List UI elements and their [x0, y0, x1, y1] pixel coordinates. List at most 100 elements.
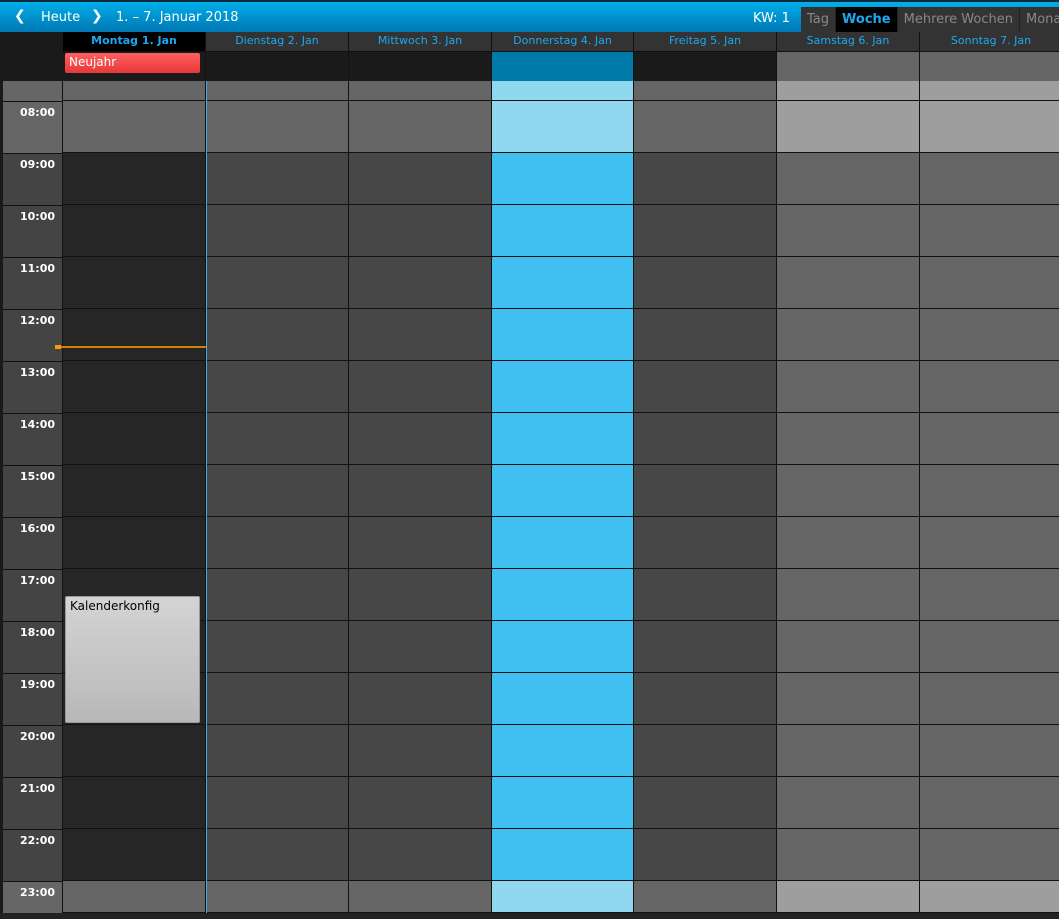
- time-slot[interactable]: [492, 205, 634, 257]
- time-slot[interactable]: [349, 205, 492, 257]
- tab-multi-week[interactable]: Mehrere Wochen: [897, 7, 1020, 34]
- time-slot[interactable]: [63, 205, 206, 257]
- time-slot[interactable]: [634, 81, 777, 101]
- time-slot[interactable]: [206, 101, 349, 153]
- event-kalenderkonfig[interactable]: Kalenderkonfig: [65, 596, 200, 723]
- chevron-right-icon[interactable]: ❯: [91, 8, 103, 24]
- time-slot[interactable]: [492, 569, 634, 621]
- time-slot[interactable]: [63, 413, 206, 465]
- time-slot[interactable]: [349, 257, 492, 309]
- time-slot[interactable]: [920, 829, 1059, 881]
- time-slot[interactable]: [349, 777, 492, 829]
- time-slot[interactable]: [349, 621, 492, 673]
- time-slot[interactable]: [634, 777, 777, 829]
- time-slot[interactable]: [206, 257, 349, 309]
- time-slot[interactable]: [492, 309, 634, 361]
- time-slot[interactable]: [634, 101, 777, 153]
- time-slot[interactable]: [349, 673, 492, 725]
- today-button[interactable]: Heute: [41, 10, 80, 25]
- time-slot[interactable]: [349, 413, 492, 465]
- time-slot[interactable]: [349, 569, 492, 621]
- time-slot[interactable]: [492, 725, 634, 777]
- time-slot[interactable]: [777, 81, 920, 101]
- time-slot[interactable]: [634, 361, 777, 413]
- time-slot[interactable]: [920, 81, 1059, 101]
- time-slot[interactable]: [206, 881, 349, 913]
- day-header[interactable]: Mittwoch 3. Jan: [349, 32, 492, 51]
- allday-cell[interactable]: [492, 51, 634, 81]
- time-slot[interactable]: [63, 829, 206, 881]
- time-slot[interactable]: [206, 517, 349, 569]
- allday-cell[interactable]: [206, 51, 349, 81]
- tab-week[interactable]: Woche: [836, 7, 898, 34]
- time-slot[interactable]: [206, 309, 349, 361]
- day-header[interactable]: Donnerstag 4. Jan: [492, 32, 634, 51]
- time-slot[interactable]: [206, 569, 349, 621]
- time-slot[interactable]: [634, 205, 777, 257]
- time-slot[interactable]: [777, 881, 920, 913]
- time-slot[interactable]: [349, 361, 492, 413]
- time-slot[interactable]: [920, 569, 1059, 621]
- time-slot[interactable]: [206, 621, 349, 673]
- time-slot[interactable]: [206, 153, 349, 205]
- time-slot[interactable]: [492, 81, 634, 101]
- time-slot[interactable]: [634, 829, 777, 881]
- time-slot[interactable]: [634, 465, 777, 517]
- allday-cell[interactable]: [349, 51, 492, 81]
- time-slot[interactable]: [492, 101, 634, 153]
- time-slot[interactable]: [920, 881, 1059, 913]
- time-slot[interactable]: [206, 413, 349, 465]
- time-slot[interactable]: [777, 725, 920, 777]
- time-slot[interactable]: [206, 829, 349, 881]
- time-slot[interactable]: [492, 673, 634, 725]
- time-slot[interactable]: [777, 673, 920, 725]
- time-slot[interactable]: [349, 517, 492, 569]
- time-slot[interactable]: [63, 153, 206, 205]
- time-slot[interactable]: [63, 881, 206, 913]
- time-slot[interactable]: [777, 309, 920, 361]
- time-slot[interactable]: [634, 517, 777, 569]
- time-slot[interactable]: [206, 81, 349, 101]
- time-slot[interactable]: [206, 361, 349, 413]
- time-slot[interactable]: [63, 725, 206, 777]
- day-header[interactable]: Sonntag 7. Jan: [920, 32, 1059, 51]
- time-slot[interactable]: [63, 309, 206, 361]
- time-slot[interactable]: [349, 153, 492, 205]
- time-slot[interactable]: [777, 361, 920, 413]
- time-slot[interactable]: [492, 257, 634, 309]
- day-header[interactable]: Samstag 6. Jan: [777, 32, 920, 51]
- allday-event[interactable]: Neujahr: [65, 53, 200, 73]
- time-slot[interactable]: [206, 205, 349, 257]
- time-slot[interactable]: [777, 777, 920, 829]
- day-header[interactable]: Freitag 5. Jan: [634, 32, 777, 51]
- chevron-left-icon[interactable]: ❮: [14, 8, 26, 24]
- tab-month[interactable]: Monat: [1019, 7, 1059, 34]
- tab-day[interactable]: Tag: [801, 7, 837, 34]
- time-slot[interactable]: [634, 673, 777, 725]
- time-slot[interactable]: [634, 257, 777, 309]
- time-slot[interactable]: [634, 309, 777, 361]
- time-slot[interactable]: [777, 621, 920, 673]
- time-slot[interactable]: [920, 153, 1059, 205]
- time-slot[interactable]: [777, 517, 920, 569]
- time-slot[interactable]: [63, 361, 206, 413]
- time-slot[interactable]: [492, 153, 634, 205]
- time-slot[interactable]: [920, 517, 1059, 569]
- time-slot[interactable]: [349, 101, 492, 153]
- time-slot[interactable]: [777, 101, 920, 153]
- time-slot[interactable]: [920, 413, 1059, 465]
- time-slot[interactable]: [920, 361, 1059, 413]
- time-slot[interactable]: [63, 465, 206, 517]
- allday-cell[interactable]: [777, 51, 920, 81]
- time-slot[interactable]: [206, 725, 349, 777]
- time-slot[interactable]: [349, 725, 492, 777]
- time-slot[interactable]: [634, 621, 777, 673]
- time-slot[interactable]: [492, 881, 634, 913]
- time-slot[interactable]: [920, 673, 1059, 725]
- time-slot[interactable]: [349, 465, 492, 517]
- time-slot[interactable]: [634, 413, 777, 465]
- time-slot[interactable]: [920, 621, 1059, 673]
- time-slot[interactable]: [920, 777, 1059, 829]
- time-slot[interactable]: [920, 257, 1059, 309]
- time-slot[interactable]: [63, 101, 206, 153]
